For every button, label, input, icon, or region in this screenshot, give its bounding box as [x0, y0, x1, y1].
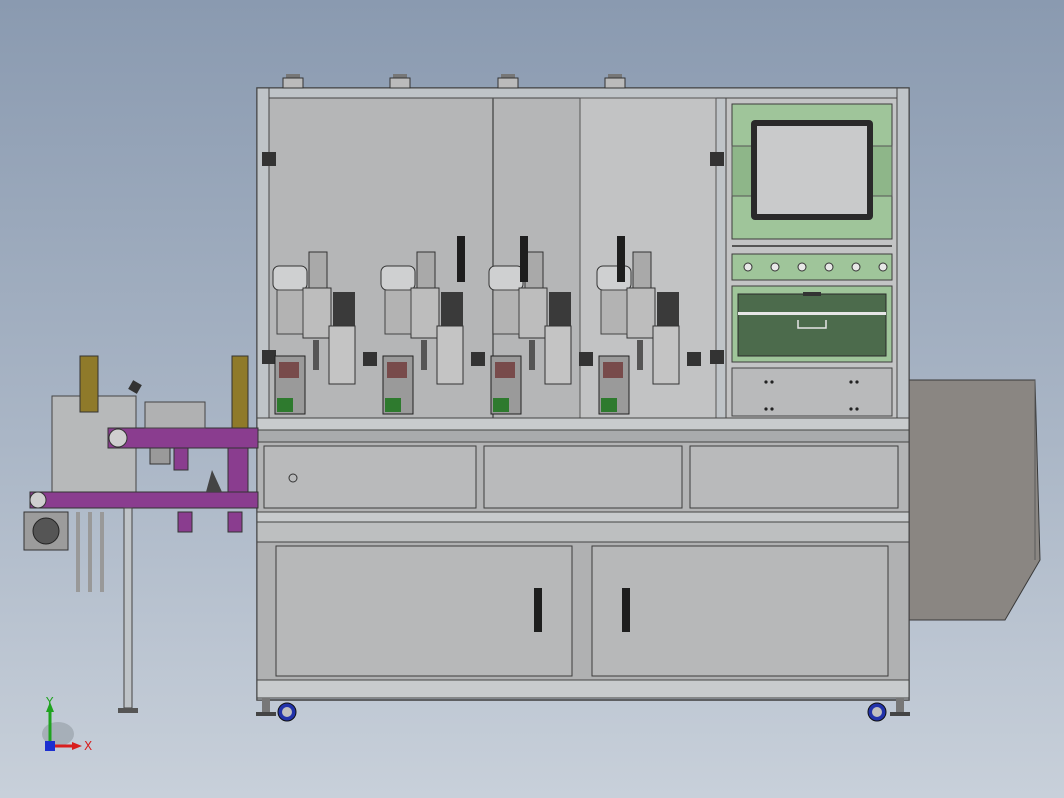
cad-viewport[interactable]: X Y — [0, 0, 1064, 798]
indicator-button-5[interactable] — [851, 262, 861, 272]
indicator-button-2[interactable] — [770, 262, 780, 272]
x-axis-label: X — [84, 739, 92, 753]
motor-cylinder — [272, 265, 308, 291]
lower-cabinet — [256, 541, 910, 699]
drawer-left[interactable] — [263, 445, 477, 509]
lower-conveyor-rail — [29, 491, 259, 509]
coordinate-triad: X Y — [42, 695, 92, 753]
indicator-panel — [731, 253, 893, 281]
lower-door-right[interactable] — [591, 545, 889, 677]
guide-post-right — [231, 355, 249, 437]
motor-cylinder — [488, 265, 524, 291]
motor-cylinder — [380, 265, 416, 291]
upper-conveyor-rail — [107, 427, 259, 449]
feeder-assembly — [23, 355, 259, 713]
enclosure-handle-1[interactable] — [457, 236, 465, 282]
control-cabinet — [725, 97, 898, 419]
indicator-button-6[interactable] — [878, 262, 888, 272]
casters — [256, 698, 910, 722]
tool-drawer[interactable] — [737, 293, 887, 357]
door-handle-right — [622, 588, 630, 632]
drawer-right[interactable] — [689, 445, 899, 509]
mid-drawer-row — [256, 441, 910, 543]
side-discharge-chute — [904, 379, 1041, 621]
enclosure-handle-2[interactable] — [520, 236, 528, 282]
worktable-top — [256, 417, 910, 443]
door-handle-left — [534, 588, 542, 632]
y-axis-label: Y — [45, 695, 54, 709]
drawer-center[interactable] — [483, 445, 683, 509]
indicator-button-1[interactable] — [743, 262, 753, 272]
lower-door-left[interactable] — [275, 545, 573, 677]
machine-drawing: X Y — [23, 74, 1041, 753]
enclosure-handle-3[interactable] — [617, 236, 625, 282]
motor-cylinder — [596, 265, 632, 291]
indicator-button-3[interactable] — [797, 262, 807, 272]
indicator-button-4[interactable] — [824, 262, 834, 272]
hmi-screen[interactable] — [757, 126, 867, 214]
guide-post-left — [79, 355, 99, 413]
